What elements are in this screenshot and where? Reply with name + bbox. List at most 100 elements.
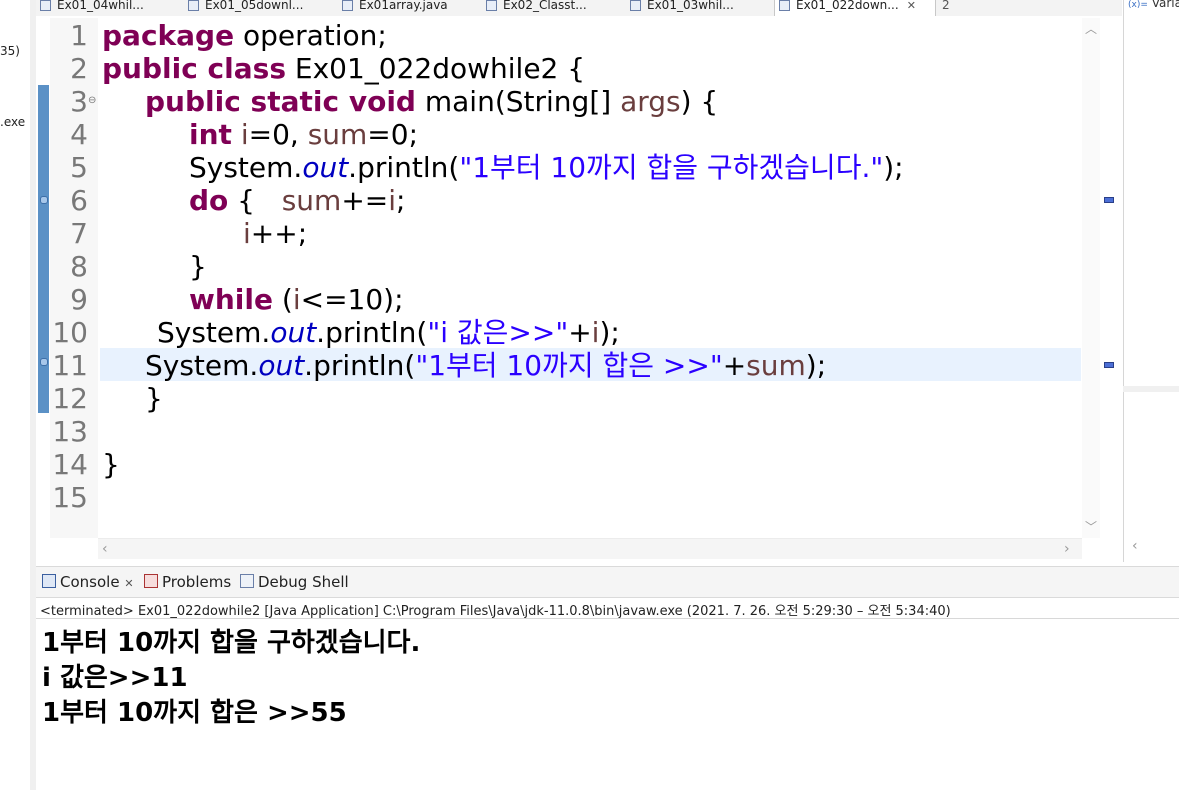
tab-label: Ex01_03whil... xyxy=(647,0,734,12)
code-line: do { sum+=i; xyxy=(189,184,405,217)
variables-icon: (x)= xyxy=(1128,0,1148,10)
package-explorer-item[interactable]: .exe xyxy=(0,115,25,129)
code-text: System. xyxy=(145,349,259,382)
static-field: out xyxy=(258,349,305,382)
editor-tab[interactable]: Ex01array.java xyxy=(342,0,472,16)
close-icon[interactable]: ✕ xyxy=(907,0,916,12)
line-number: 2 xyxy=(70,52,88,85)
problems-icon xyxy=(144,574,158,588)
line-number: 13 xyxy=(52,415,88,448)
java-file-icon xyxy=(779,0,790,11)
java-file-icon xyxy=(342,0,353,11)
package-explorer-item[interactable]: 35) xyxy=(0,44,20,58)
static-field: out xyxy=(302,151,349,184)
line-number: 4 xyxy=(70,118,88,151)
tab-label: Ex01_022down... xyxy=(796,0,899,12)
local-variable: i xyxy=(388,184,397,217)
scroll-up-icon[interactable]: ︿ xyxy=(1085,20,1097,37)
console-tab-bar: Console ✕ Problems Debug Shell xyxy=(36,566,1179,598)
variables-tab[interactable]: (x)= Varia xyxy=(1128,0,1179,10)
console-icon xyxy=(42,574,56,588)
horizontal-scrollbar[interactable]: ‹ › xyxy=(98,538,1082,559)
code-text: + xyxy=(568,316,592,349)
scroll-down-icon[interactable]: ﹀ xyxy=(1085,518,1097,535)
keyword: do xyxy=(189,184,229,217)
code-text: operation; xyxy=(234,19,387,52)
scroll-left-icon[interactable]: ‹ xyxy=(102,541,108,557)
editor-tab[interactable]: Ex01_05downl... xyxy=(188,0,328,16)
code-line: } xyxy=(145,382,163,415)
string-literal: "1부터 10까지 합은 >>" xyxy=(415,349,723,382)
keyword: public class xyxy=(102,52,286,85)
hidden-tabs-count[interactable]: 2 xyxy=(942,0,972,16)
java-file-icon xyxy=(40,0,51,11)
editor-tab[interactable]: Ex01_04whil... xyxy=(40,0,180,16)
tab-debug-shell[interactable]: Debug Shell xyxy=(240,573,349,591)
code-line: package operation; xyxy=(102,19,387,52)
line-number: 9 xyxy=(70,283,88,316)
code-text: =0, xyxy=(248,118,308,151)
scroll-right-icon[interactable]: › xyxy=(1064,541,1070,557)
console-process-status: <terminated> Ex01_022dowhile2 [Java Appl… xyxy=(40,604,951,619)
local-variable: i xyxy=(243,217,251,250)
line-number: 15 xyxy=(52,481,88,514)
code-text: ); xyxy=(805,349,827,382)
line-number: 6 xyxy=(70,184,88,217)
code-text: <=10); xyxy=(300,283,404,316)
editor-tab-active[interactable]: Ex01_022down... ✕ xyxy=(774,0,936,16)
line-number: 8 xyxy=(70,250,88,283)
tab-label: Debug Shell xyxy=(258,573,349,591)
code-text: System. xyxy=(157,316,271,349)
code-line: int i=0, sum=0; xyxy=(189,118,418,151)
keyword: package xyxy=(102,19,235,52)
tab-console[interactable]: Console ✕ xyxy=(42,573,134,591)
code-text: Ex01_022dowhile2 { xyxy=(285,52,586,85)
string-literal: "1부터 10까지 합을 구하겠습니다." xyxy=(459,151,884,184)
close-icon[interactable]: ✕ xyxy=(124,577,133,590)
line-number: 11 xyxy=(52,349,88,382)
tab-problems[interactable]: Problems xyxy=(144,573,231,591)
occurrence-marker xyxy=(40,196,48,204)
vertical-scrollbar[interactable]: ︿ ﹀ xyxy=(1082,18,1100,538)
code-text: .println( xyxy=(304,349,416,382)
console-output-line: 1부터 10까지 합은 >>55 xyxy=(42,698,347,728)
tab-label: Problems xyxy=(162,573,232,591)
occurrence-marker xyxy=(40,358,48,366)
console-output-line: i 값은>>11 xyxy=(42,663,188,693)
collapse-icon[interactable]: ⊖ xyxy=(88,95,96,106)
editor-tab[interactable]: Ex01_03whil... xyxy=(630,0,760,16)
line-number: 5 xyxy=(70,151,88,184)
code-text: ; xyxy=(396,184,406,217)
editor-tab[interactable]: Ex02_Classt... xyxy=(486,0,616,16)
code-line: System.out.println("1부터 10까지 합을 구하겠습니다."… xyxy=(189,151,904,184)
overview-ruler-marker[interactable] xyxy=(1104,197,1114,203)
java-file-icon xyxy=(188,0,199,11)
code-text: ) { xyxy=(680,85,719,118)
line-number: 12 xyxy=(52,382,88,415)
debug-shell-icon xyxy=(240,574,254,588)
code-line: } xyxy=(102,448,120,481)
code-text: .println( xyxy=(348,151,460,184)
code-line: i++; xyxy=(243,217,307,250)
line-number: 10 xyxy=(52,316,88,349)
code-text: += xyxy=(341,184,389,217)
code-text: } xyxy=(102,448,120,481)
scroll-left-icon[interactable]: ‹ xyxy=(1132,538,1138,554)
string-literal: "i 값은>>" xyxy=(427,316,569,349)
overview-ruler-marker[interactable] xyxy=(1104,362,1114,368)
panel-sash[interactable] xyxy=(1123,386,1179,392)
code-text: { xyxy=(228,184,282,217)
local-variable: sum xyxy=(307,118,368,151)
variables-tab-label: Varia xyxy=(1151,0,1179,10)
local-variable: args xyxy=(620,85,681,118)
tab-label: Ex01_05downl... xyxy=(205,0,304,12)
local-variable: sum xyxy=(281,184,342,217)
code-text: ); xyxy=(599,316,620,349)
code-line-current: System.out.println("1부터 10까지 합은 >>"+sum)… xyxy=(145,349,826,382)
local-variable: i xyxy=(240,118,249,151)
code-text: main(String[] xyxy=(415,85,621,118)
editor-tab-bar: Ex01_04whil... Ex01_05downl... Ex01array… xyxy=(36,0,1122,17)
java-file-icon xyxy=(630,0,641,11)
variables-view: (x)= Varia ‹ xyxy=(1123,0,1179,562)
